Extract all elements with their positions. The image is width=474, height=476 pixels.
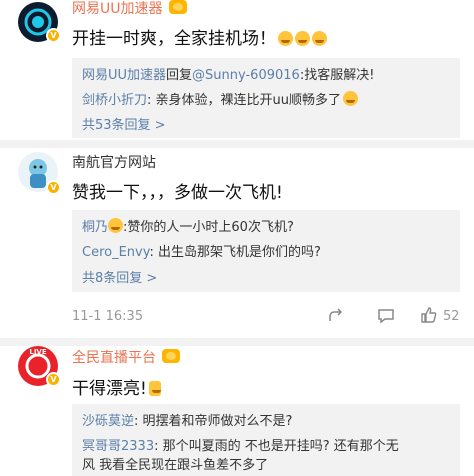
reply-item[interactable]: Cero_Envy: 出生岛那架飞机是你们的吗? bbox=[82, 241, 321, 260]
smile-emoji-icon bbox=[108, 218, 124, 233]
comment-2: V 南航官方网站 赞我一下，，，多做一次飞机! 桐乃 :赞你的人一小时上60次飞机… bbox=[0, 148, 474, 338]
reply-text: : 那个叫夏雨的 不也是开挂吗? 还有那个无 bbox=[154, 439, 399, 454]
timestamp: 11-1 16:35 bbox=[72, 309, 144, 324]
reply-text: : 出生岛那架飞机是你们的吗? bbox=[149, 245, 321, 260]
username[interactable]: 全民直播平台 bbox=[72, 347, 180, 367]
reply-user[interactable]: 沙砾莫逆 bbox=[82, 414, 134, 429]
reply-user[interactable]: 冥哥哥2333 bbox=[82, 439, 154, 454]
reply-user[interactable]: 网易UU加速器 bbox=[82, 68, 166, 83]
reply-item[interactable]: 桐乃 :赞你的人一小时上60次飞机? bbox=[82, 216, 294, 235]
mention-link[interactable]: @Sunny-609016 bbox=[192, 68, 300, 83]
reply-item[interactable]: 沙砾莫逆: 明摆着和帝师做对么不是? bbox=[82, 410, 292, 429]
comment-icon[interactable] bbox=[377, 307, 395, 325]
laugh-emoji-icon bbox=[343, 91, 359, 106]
comment-text: 干得漂亮! bbox=[72, 374, 161, 399]
reply-item[interactable]: 网易UU加速器回复@Sunny-609016:找客服解决! bbox=[82, 64, 374, 83]
vip-badge-icon bbox=[168, 0, 187, 14]
like-icon[interactable] bbox=[420, 306, 438, 324]
reply-text: : 亲身体验，裸连比开uu顺畅多了 bbox=[147, 93, 342, 108]
reply-item[interactable]: 冥哥哥2333: 那个叫夏雨的 不也是开挂吗? 还有那个无 bbox=[82, 435, 399, 454]
thumbs-up-emoji-icon bbox=[148, 381, 161, 396]
reply-text-continued: 风 我看全民现在跟斗鱼差不多了 bbox=[82, 458, 269, 473]
vip-badge-icon bbox=[162, 349, 180, 363]
verified-icon: V bbox=[46, 180, 61, 195]
username[interactable]: 南航官方网站 bbox=[72, 152, 156, 172]
reply-box: 桐乃 :赞你的人一小时上60次飞机? Cero_Envy: 出生岛那架飞机是你们的… bbox=[72, 210, 460, 292]
live-logo-text: LIVE bbox=[29, 348, 47, 356]
comment-3: LIVE V 全民直播平台 干得漂亮! 沙砾莫逆: 明摆着和帝师做对么不是? 冥… bbox=[0, 346, 474, 476]
divider bbox=[0, 140, 474, 148]
comment-1: V 网易UU加速器 开挂一时爽，全家挂机场！ 网易UU加速器回复@Sunny-6… bbox=[0, 0, 474, 140]
reply-box: 网易UU加速器回复@Sunny-609016:找客服解决! 剑桥小折刀: 亲身体… bbox=[72, 58, 460, 138]
username[interactable]: 网易UU加速器 bbox=[72, 0, 187, 18]
laugh-emoji-icon bbox=[312, 31, 327, 46]
share-icon[interactable] bbox=[327, 307, 345, 325]
reply-item[interactable]: 剑桥小折刀: 亲身体验，裸连比开uu顺畅多了 bbox=[82, 89, 359, 108]
more-replies-link[interactable]: 共8条回复 > bbox=[82, 267, 157, 286]
reply-box: 沙砾莫逆: 明摆着和帝师做对么不是? 冥哥哥2333: 那个叫夏雨的 不也是开挂… bbox=[72, 404, 460, 476]
reply-text: :找客服解决! bbox=[299, 68, 375, 83]
laugh-emoji-icon bbox=[278, 31, 293, 46]
reply-text: : 明摆着和帝师做对么不是? bbox=[134, 414, 293, 429]
more-replies-link[interactable]: 共53条回复 > bbox=[82, 114, 166, 133]
reply-user[interactable]: 桐乃 bbox=[82, 220, 108, 235]
reply-user[interactable]: Cero_Envy bbox=[82, 245, 149, 260]
comment-text: 赞我一下，，，多做一次飞机! bbox=[72, 183, 283, 203]
reply-user[interactable]: 剑桥小折刀 bbox=[82, 93, 147, 108]
divider bbox=[0, 338, 474, 346]
comment-text: 开挂一时爽，全家挂机场！ bbox=[72, 24, 327, 49]
verified-icon: V bbox=[46, 28, 61, 43]
like-count: 52 bbox=[443, 309, 460, 324]
reply-connector: 回复 bbox=[166, 68, 193, 83]
reply-text: :赞你的人一小时上60次飞机? bbox=[123, 220, 294, 235]
verified-icon: V bbox=[46, 372, 61, 387]
laugh-emoji-icon bbox=[295, 31, 310, 46]
